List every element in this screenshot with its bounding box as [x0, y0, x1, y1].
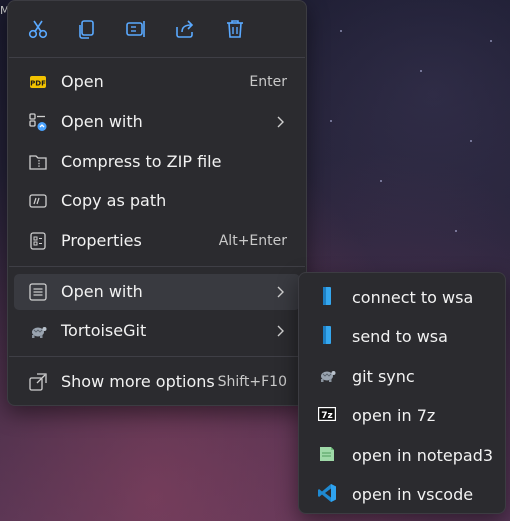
menu-item-shortcut: Shift+F10: [217, 374, 287, 390]
properties-icon: [28, 231, 48, 251]
menu-item-label: Show more options: [61, 372, 215, 391]
open-with-icon: [28, 112, 48, 132]
submenu-item-open-in-7z[interactable]: 7z open in 7z: [305, 395, 499, 433]
menu-item-open-with-custom[interactable]: Open with: [14, 274, 300, 310]
submenu-item-label: send to wsa: [352, 327, 448, 346]
wsa-icon: [317, 286, 337, 306]
share-icon: [176, 20, 194, 38]
chevron-right-icon: [277, 325, 284, 337]
submenu-item-open-in-notepad3[interactable]: open in notepad3: [305, 435, 499, 473]
rename-icon: [126, 21, 145, 37]
list-icon: [28, 282, 48, 302]
submenu-item-open-in-vscode[interactable]: open in vscode: [305, 474, 499, 512]
submenu-item-label: connect to wsa: [352, 288, 474, 307]
chevron-right-icon: [277, 116, 284, 128]
menu-item-label: Properties: [61, 231, 142, 250]
svg-text:7z: 7z: [321, 411, 333, 421]
vscode-icon: [317, 483, 337, 503]
chevron-right-icon: [277, 286, 284, 298]
menu-item-shortcut: Enter: [249, 74, 287, 90]
wsa-icon: [317, 325, 337, 345]
submenu-item-label: open in notepad3: [352, 446, 494, 465]
cut-button[interactable]: [21, 13, 55, 45]
menu-item-tortoisegit[interactable]: TortoiseGit: [14, 313, 300, 349]
tortoise-icon: [28, 321, 48, 341]
menu-item-open[interactable]: PDF Open Enter: [14, 64, 300, 100]
open-with-submenu: connect to wsa send to wsa git sync 7z o…: [298, 272, 506, 514]
rename-button[interactable]: [119, 13, 153, 45]
context-toolbar: [8, 1, 306, 57]
context-menu: PDF Open Enter Open with Compress to ZIP…: [7, 0, 307, 406]
submenu-item-label: git sync: [352, 367, 415, 386]
svg-text:PDF: PDF: [30, 80, 46, 88]
toolbar-separator: [9, 57, 305, 58]
submenu-item-label: open in vscode: [352, 485, 474, 504]
tortoise-icon: [317, 365, 337, 385]
menu-item-label: Open with: [61, 112, 143, 131]
7z-icon: 7z: [317, 404, 337, 424]
menu-item-open-with[interactable]: Open with: [14, 104, 300, 140]
delete-button[interactable]: [218, 13, 252, 45]
show-more-icon: [28, 372, 48, 392]
copy-icon: [79, 20, 94, 39]
copy-path-icon: [28, 191, 48, 211]
menu-item-label: Open with: [61, 282, 143, 301]
submenu-item-git-sync[interactable]: git sync: [305, 356, 499, 394]
zip-folder-icon: [28, 152, 48, 172]
menu-separator: [9, 266, 305, 267]
menu-item-copy-as-path[interactable]: Copy as path: [14, 183, 300, 219]
copy-button[interactable]: [70, 13, 104, 45]
delete-icon: [227, 20, 243, 38]
submenu-item-connect-to-wsa[interactable]: connect to wsa: [305, 277, 499, 315]
menu-item-label: Compress to ZIP file: [61, 152, 222, 171]
menu-item-properties[interactable]: Properties Alt+Enter: [14, 223, 300, 259]
share-button[interactable]: [168, 13, 202, 45]
cut-icon: [28, 20, 48, 39]
menu-item-show-more-options[interactable]: Show more options Shift+F10: [14, 364, 300, 400]
pdf-app-icon: PDF: [28, 72, 48, 92]
submenu-item-label: open in 7z: [352, 406, 436, 425]
menu-item-label: Open: [61, 72, 104, 91]
menu-separator: [9, 356, 305, 357]
menu-item-compress-zip[interactable]: Compress to ZIP file: [14, 144, 300, 180]
menu-item-shortcut: Alt+Enter: [218, 233, 287, 249]
submenu-item-send-to-wsa[interactable]: send to wsa: [305, 316, 499, 354]
menu-item-label: TortoiseGit: [61, 321, 147, 340]
notepad3-icon: [317, 444, 337, 464]
menu-item-label: Copy as path: [61, 191, 167, 210]
